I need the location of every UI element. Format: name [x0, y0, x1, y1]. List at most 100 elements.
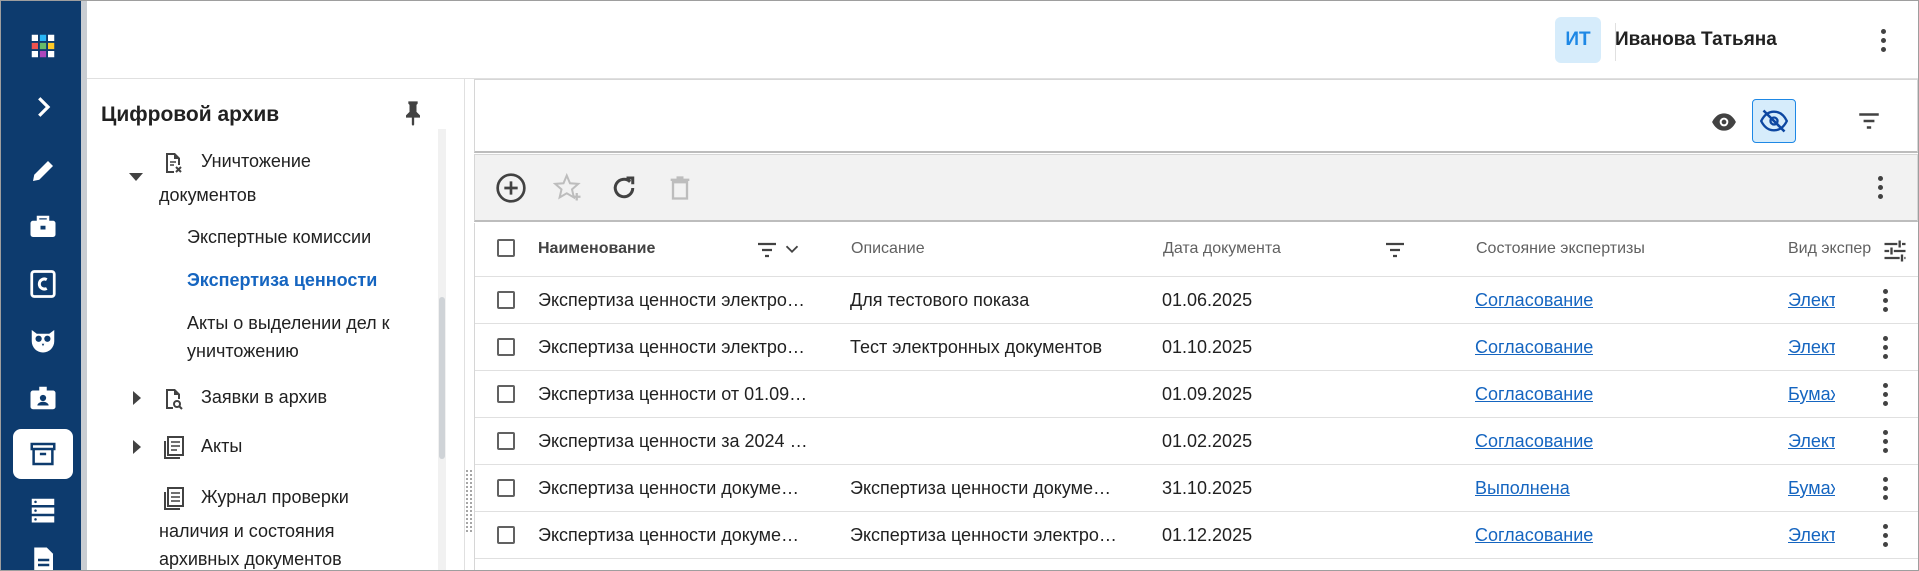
- row-checkbox[interactable]: [497, 526, 515, 544]
- tree-item-destruction[interactable]: Уничтожение: [201, 145, 311, 178]
- column-filter-icon[interactable]: [1383, 238, 1407, 262]
- server-icon[interactable]: [13, 485, 73, 535]
- cell-state-link[interactable]: Согласование: [1475, 337, 1593, 358]
- cell-state-link[interactable]: Выполнена: [1475, 478, 1570, 499]
- tree-item-expert-commissions[interactable]: Экспертные комиссии: [187, 221, 371, 254]
- tree-item-archive-requests[interactable]: Заявки в архив: [201, 381, 327, 414]
- cell-state-link[interactable]: Согласование: [1475, 384, 1593, 405]
- column-header-expertise-type[interactable]: Вид экспер: [1788, 240, 1874, 258]
- cell-name: Экспертиза ценности электро…: [538, 337, 805, 357]
- cell-date: 01.09.2025: [1162, 384, 1253, 404]
- column-filter-icon[interactable]: [755, 238, 779, 262]
- cell-date: 01.06.2025: [1162, 290, 1253, 310]
- row-checkbox[interactable]: [497, 338, 515, 356]
- table-row[interactable]: Экспертиза ценности электро… Для тестово…: [475, 277, 1918, 324]
- archive-tree-panel: Цифровой архив Уничтожение документов Эк…: [87, 79, 465, 570]
- document-search-icon: [161, 387, 185, 411]
- row-checkbox[interactable]: [497, 385, 515, 403]
- cell-type-link[interactable]: Элект: [1788, 337, 1835, 358]
- refresh-icon[interactable]: [607, 171, 641, 205]
- cell-description: Экспертиза ценности докуме…: [850, 478, 1112, 498]
- journal-icon: [161, 487, 185, 511]
- row-checkbox[interactable]: [497, 291, 515, 309]
- tree-item-destruction-line2[interactable]: документов: [159, 179, 256, 212]
- cell-date: 01.02.2025: [1162, 431, 1253, 451]
- row-checkbox[interactable]: [497, 479, 515, 497]
- cell-state-link[interactable]: Согласование: [1475, 431, 1593, 452]
- column-settings-icon[interactable]: [1881, 237, 1909, 265]
- user-name[interactable]: Иванова Татьяна: [1615, 29, 1777, 51]
- row-checkbox[interactable]: [497, 432, 515, 450]
- table-row[interactable]: Экспертиза ценности за 2024 … 01.02.2025…: [475, 418, 1918, 465]
- row-menu-icon[interactable]: [1875, 426, 1895, 456]
- toolbox-icon[interactable]: [13, 202, 73, 252]
- tree-item-journal[interactable]: Журнал проверки: [201, 481, 349, 514]
- main-header: [474, 79, 1918, 153]
- owl-icon[interactable]: [13, 315, 73, 365]
- tree-scrollbar-thumb[interactable]: [439, 297, 445, 459]
- tree-item-journal-line3[interactable]: архивных документов: [159, 543, 342, 570]
- add-circle-icon[interactable]: [494, 171, 528, 205]
- archive-icon[interactable]: [13, 429, 73, 479]
- apps-icon[interactable]: [13, 21, 73, 71]
- badge-icon[interactable]: [13, 373, 73, 423]
- expand-arrow-right-icon[interactable]: [133, 440, 141, 454]
- row-menu-icon[interactable]: [1875, 473, 1895, 503]
- star-add-icon: [551, 171, 585, 205]
- select-all-checkbox[interactable]: [497, 239, 515, 257]
- cell-description: Экспертиза ценности электро…: [850, 525, 1117, 545]
- row-menu-icon[interactable]: [1875, 332, 1895, 362]
- row-menu-icon[interactable]: [1875, 379, 1895, 409]
- tree-item-value-expertise[interactable]: Экспертиза ценности: [187, 264, 377, 297]
- cell-name: Экспертиза ценности от 01.09…: [538, 384, 808, 404]
- table-header: Наименование Описание Дата документа Сос…: [475, 223, 1918, 277]
- avatar[interactable]: ИТ: [1555, 17, 1601, 63]
- user-menu-icon[interactable]: [1873, 25, 1893, 55]
- app-window: ИТ Иванова Татьяна Цифровой архив Уничто…: [0, 0, 1919, 571]
- acts-icon: [161, 436, 185, 460]
- table-row[interactable]: Экспертиза ценности докуме… Экспертиза ц…: [475, 512, 1918, 559]
- c-letter-icon[interactable]: [13, 259, 73, 309]
- table-row[interactable]: Экспертиза ценности от 01.09… 01.09.2025…: [475, 371, 1918, 418]
- row-menu-icon[interactable]: [1875, 285, 1895, 315]
- splitter-handle[interactable]: [465, 469, 473, 533]
- document-icon[interactable]: [13, 535, 73, 570]
- eye-off-icon[interactable]: [1752, 99, 1796, 143]
- document-delete-icon: [161, 151, 185, 175]
- cell-state-link[interactable]: Согласование: [1475, 290, 1593, 311]
- cell-name: Экспертиза ценности докуме…: [538, 525, 800, 545]
- delete-icon: [663, 171, 697, 205]
- nav-rail: [1, 1, 87, 570]
- column-header-name[interactable]: Наименование: [538, 240, 655, 258]
- table-row[interactable]: Экспертиза ценности электро… Тест электр…: [475, 324, 1918, 371]
- cell-name: Экспертиза ценности электро…: [538, 290, 805, 310]
- cell-type-link[interactable]: Бумаж: [1788, 478, 1835, 499]
- tree-title: Цифровой архив: [101, 103, 280, 126]
- column-header-doc-date[interactable]: Дата документа: [1163, 240, 1281, 258]
- tree-item-acts[interactable]: Акты: [201, 430, 242, 463]
- expand-arrow-right-icon[interactable]: [133, 391, 141, 405]
- pencil-icon[interactable]: [13, 146, 73, 196]
- cell-name: Экспертиза ценности за 2024 …: [538, 431, 808, 451]
- column-header-expertise-state[interactable]: Состояние экспертизы: [1476, 240, 1645, 258]
- cell-type-link[interactable]: Бумаж: [1788, 384, 1835, 405]
- toolbar-menu-icon[interactable]: [1870, 172, 1890, 202]
- cell-type-link[interactable]: Элект: [1788, 431, 1835, 452]
- tree-item-acts-selection-line2[interactable]: уничтожению: [187, 335, 299, 368]
- filter-icon[interactable]: [1853, 105, 1885, 137]
- chevron-right-icon[interactable]: [13, 82, 73, 132]
- pin-icon[interactable]: [399, 99, 427, 127]
- cell-date: 31.10.2025: [1162, 478, 1253, 498]
- cell-type-link[interactable]: Элект: [1788, 290, 1835, 311]
- expertise-table: Наименование Описание Дата документа Сос…: [474, 223, 1918, 570]
- cell-description: Для тестового показа: [850, 290, 1030, 310]
- row-menu-icon[interactable]: [1875, 520, 1895, 550]
- cell-name: Экспертиза ценности докуме…: [538, 478, 800, 498]
- table-row[interactable]: Экспертиза ценности докуме… Экспертиза ц…: [475, 465, 1918, 512]
- expand-arrow-down-icon[interactable]: [129, 173, 143, 181]
- cell-type-link[interactable]: Элект: [1788, 525, 1835, 546]
- sort-chevron-down-icon[interactable]: [781, 238, 805, 262]
- column-header-description[interactable]: Описание: [851, 240, 925, 258]
- eye-icon[interactable]: [1707, 106, 1741, 138]
- cell-state-link[interactable]: Согласование: [1475, 525, 1593, 546]
